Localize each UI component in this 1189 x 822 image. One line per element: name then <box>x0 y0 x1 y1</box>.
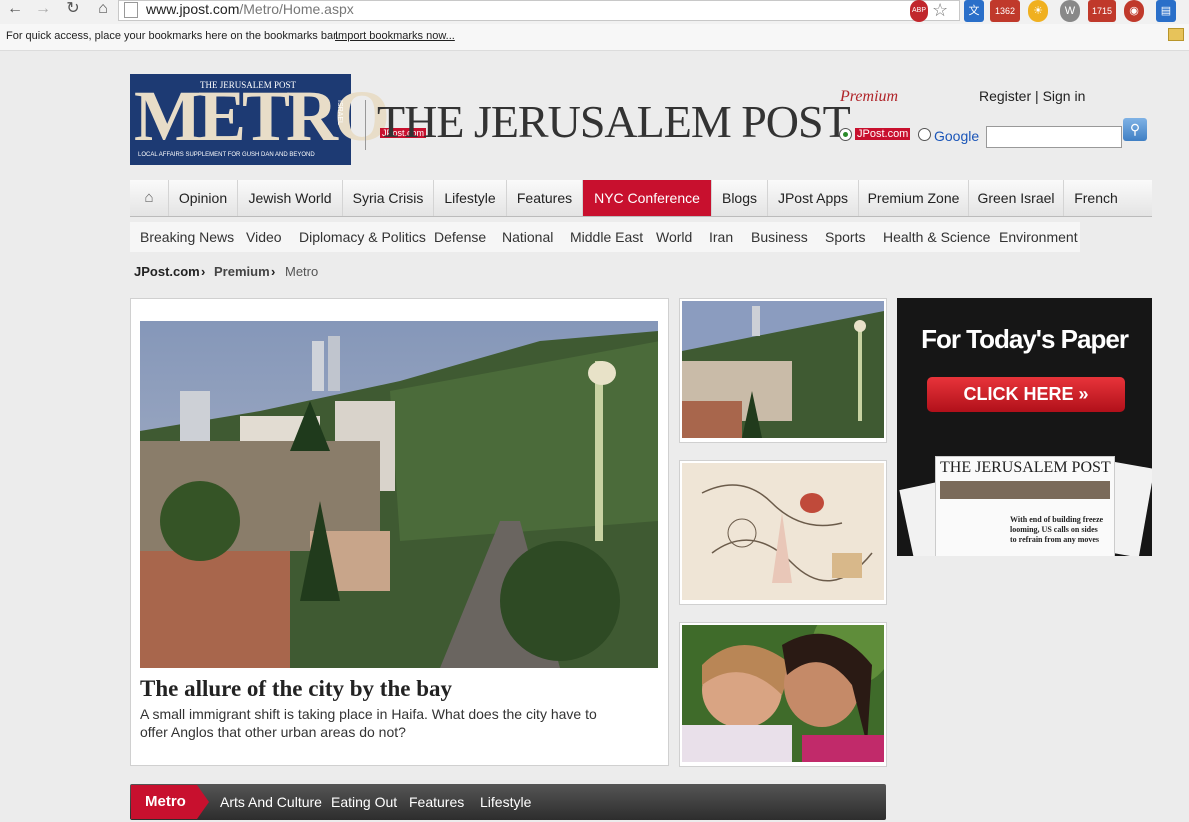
register-link[interactable]: Register <box>979 88 1031 104</box>
paper-front: THE JERUSALEM POST With end of building … <box>935 456 1115 556</box>
mail-badge-1[interactable]: 1362 <box>990 0 1020 22</box>
subnav-diplomacy-politics[interactable]: Diplomacy & Politics <box>299 225 426 249</box>
extension-2-icon[interactable]: ▤ <box>1156 0 1176 22</box>
subnav-environment[interactable]: Environment <box>999 225 1078 249</box>
nav-premium-zone[interactable]: Premium Zone <box>859 180 969 216</box>
breadcrumb-premium[interactable]: Premium <box>214 264 270 279</box>
feature-summary-line-2: offer Anglos that other urban areas do n… <box>140 724 406 740</box>
thumbnail-2[interactable] <box>679 460 887 605</box>
breadcrumb-metro: Metro <box>285 264 319 279</box>
site-title[interactable]: THE JERUSALEM POST <box>377 95 851 148</box>
folder-icon[interactable] <box>1168 28 1184 41</box>
subnav-middle-east[interactable]: Middle East <box>570 225 643 249</box>
section-lifestyle[interactable]: Lifestyle <box>480 794 531 810</box>
breadcrumb-separator-icon: › <box>201 264 206 279</box>
nav-jewish-world[interactable]: Jewish World <box>238 180 343 216</box>
header-divider <box>365 100 366 150</box>
subnav-breaking-news[interactable]: Breaking News <box>140 225 234 249</box>
adblock-icon[interactable]: ABP <box>910 0 928 22</box>
search-option-google: Google <box>934 128 980 144</box>
extension-icon[interactable]: ◉ <box>1124 0 1144 22</box>
nav-syria-crisis[interactable]: Syria Crisis <box>343 180 434 216</box>
nav-blogs[interactable]: Blogs <box>712 180 768 216</box>
paper-photo <box>940 481 1110 499</box>
search-radio-google[interactable] <box>918 128 931 141</box>
todays-paper-ad[interactable]: For Today's Paper CLICK HERE » THE JERUS… <box>897 298 1152 556</box>
reload-icon[interactable]: ↻ <box>62 0 84 20</box>
search-option-jpost: JPost.com <box>855 128 911 140</box>
url-text: www.jpost.com/Metro/Home.aspx <box>146 1 354 17</box>
ad-headline: For Today's Paper <box>921 324 1129 354</box>
metro-logo-side: ISRAEL <box>336 100 343 125</box>
import-bookmarks-link[interactable]: Import bookmarks now... <box>335 30 455 42</box>
wikipedia-icon[interactable]: W <box>1060 0 1080 22</box>
metro-logo-tagline: LOCAL AFFAIRS SUPPLEMENT FOR GUSH DAN AN… <box>138 152 315 158</box>
breadcrumb-separator-2-icon: › <box>271 264 276 279</box>
paper-text-3: to refrain from any moves <box>1010 535 1100 544</box>
subnav-national[interactable]: National <box>502 225 553 249</box>
mail-badge-2[interactable]: 1715 <box>1088 0 1116 22</box>
subnav-defense[interactable]: Defense <box>434 225 486 249</box>
nav-french[interactable]: French <box>1064 180 1128 216</box>
feature-title[interactable]: The allure of the city by the bay <box>140 676 452 702</box>
metro-logo-word: METRO <box>134 76 390 156</box>
paper-text-2: looming, US calls on sides <box>1010 525 1098 534</box>
subnav-world[interactable]: World <box>656 225 692 249</box>
back-icon[interactable]: ← <box>4 0 26 20</box>
thumbnail-3[interactable] <box>679 605 892 767</box>
separator: | <box>1031 88 1043 104</box>
home-nav-icon[interactable]: ⌂ <box>130 180 169 216</box>
nav-opinion[interactable]: Opinion <box>169 180 238 216</box>
feature-summary: A small immigrant shift is taking place … <box>140 705 597 741</box>
paper-text: With end of building freeze looming, US … <box>1010 515 1103 545</box>
breadcrumb-jpost[interactable]: JPost.com <box>134 264 200 279</box>
weather-icon[interactable]: ☀ <box>1028 0 1048 22</box>
forward-icon[interactable]: → <box>32 0 54 20</box>
subnav-business[interactable]: Business <box>751 225 808 249</box>
premium-link[interactable]: Premium <box>840 88 898 106</box>
account-links: Register | Sign in <box>979 88 1085 104</box>
thumbnail-1[interactable] <box>679 298 887 443</box>
subnav-iran[interactable]: Iran <box>709 225 733 249</box>
bookmark-star-icon[interactable]: ☆ <box>932 0 948 21</box>
subnav-video[interactable]: Video <box>246 225 282 249</box>
feature-summary-line-1: A small immigrant shift is taking place … <box>140 706 597 722</box>
search-radio-jpost[interactable] <box>839 128 852 141</box>
nav-nyc-conference[interactable]: NYC Conference <box>583 180 712 216</box>
nav-green-israel[interactable]: Green Israel <box>969 180 1064 216</box>
nav-features[interactable]: Features <box>507 180 583 216</box>
feature-photo[interactable] <box>140 321 658 668</box>
subnav-health-science[interactable]: Health & Science <box>883 225 990 249</box>
section-arts-and-culture[interactable]: Arts And Culture <box>220 794 322 810</box>
page-icon <box>124 2 138 18</box>
paper-text-1: With end of building freeze <box>1010 515 1104 524</box>
home-icon[interactable]: ⌂ <box>92 0 114 20</box>
bookmarks-hint: For quick access, place your bookmarks h… <box>6 30 340 42</box>
search-input[interactable] <box>986 126 1122 148</box>
nav-jpost-apps[interactable]: JPost Apps <box>768 180 859 216</box>
signin-link[interactable]: Sign in <box>1043 88 1086 104</box>
paper-masthead: THE JERUSALEM POST <box>940 459 1111 476</box>
section-features[interactable]: Features <box>409 794 464 810</box>
nav-lifestyle[interactable]: Lifestyle <box>434 180 507 216</box>
click-here-button[interactable]: CLICK HERE » <box>927 377 1125 412</box>
subnav-sports[interactable]: Sports <box>825 225 865 249</box>
bookmarks-bar: For quick access, place your bookmarks h… <box>0 24 1189 51</box>
section-eating-out[interactable]: Eating Out <box>331 794 397 810</box>
search-icon[interactable]: ⚲ <box>1123 118 1147 141</box>
section-label-metro[interactable]: Metro <box>131 785 197 819</box>
translate-icon[interactable]: 文 <box>964 0 984 22</box>
section-label-arrow-icon <box>197 785 209 819</box>
